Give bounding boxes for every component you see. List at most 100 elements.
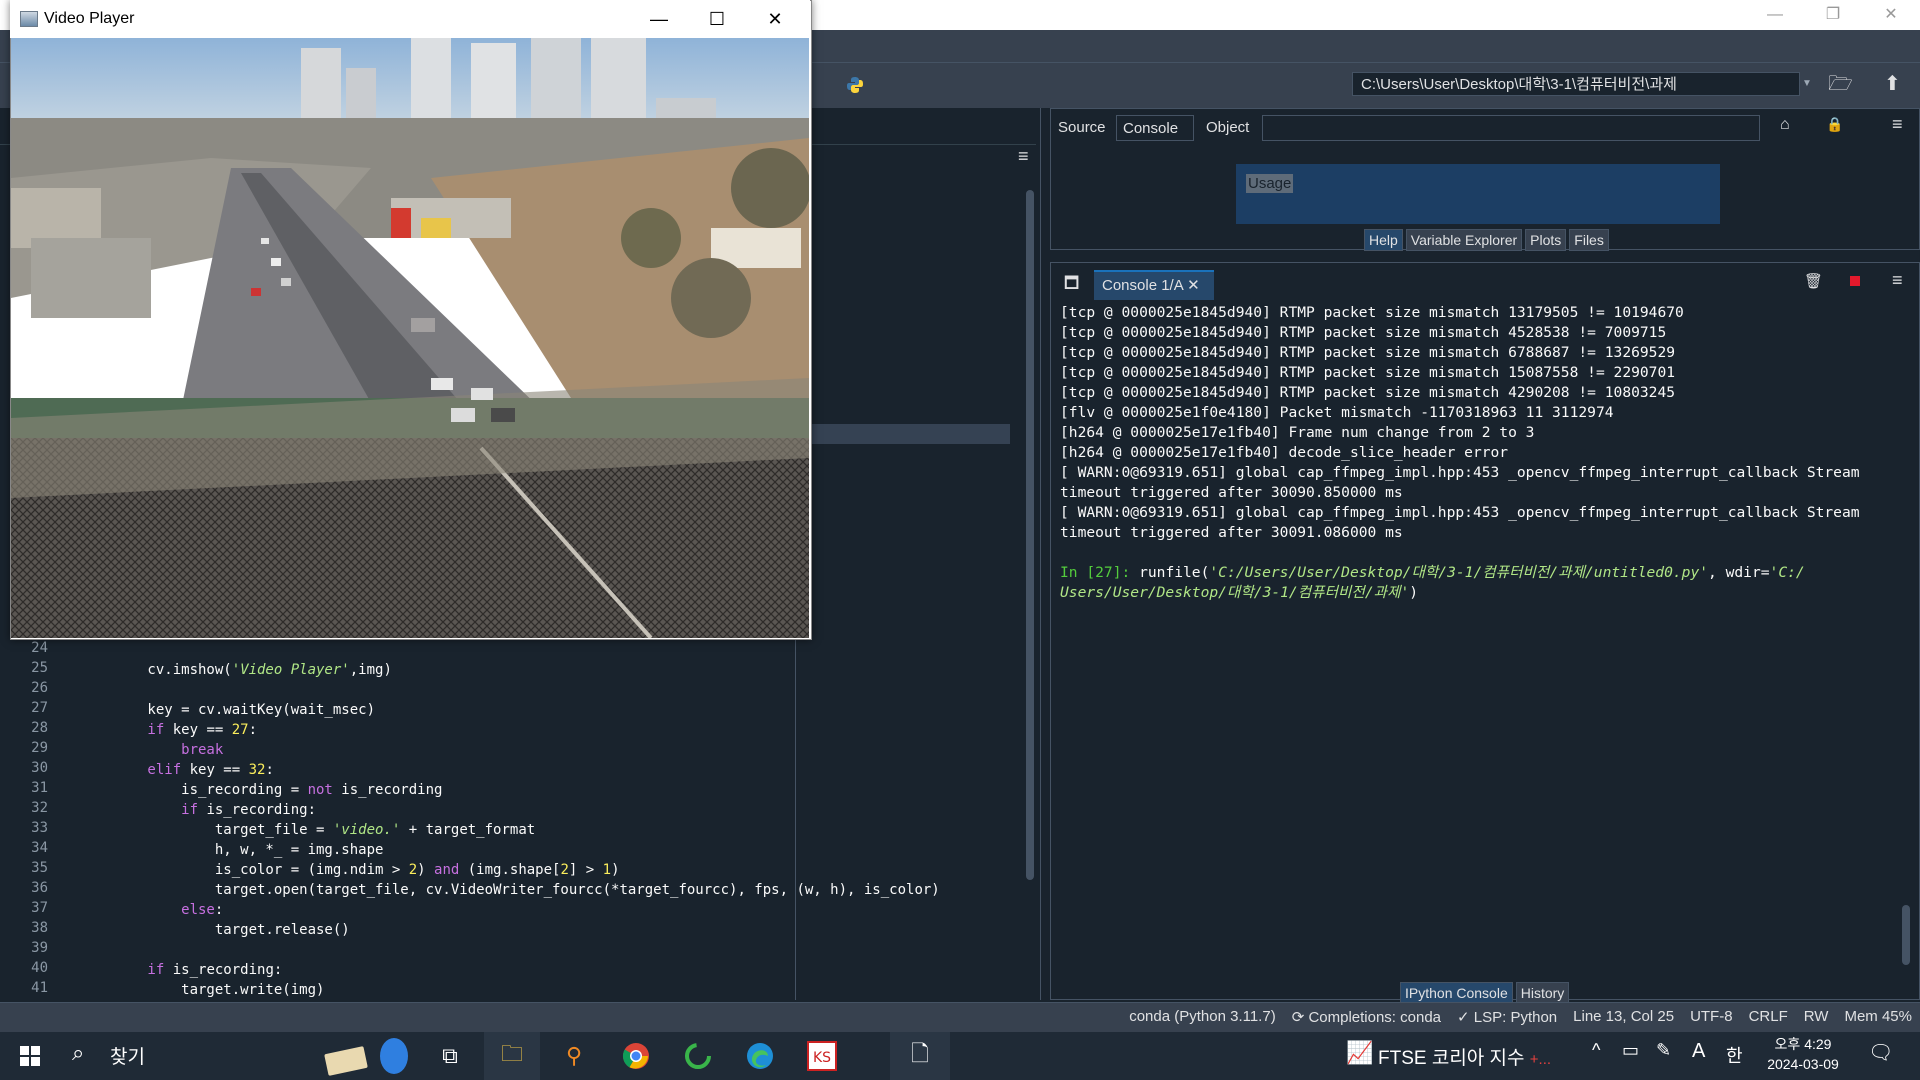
svg-text:KS: KS [813, 1050, 831, 1066]
tab-help[interactable]: Help [1364, 229, 1403, 251]
line-number: 39 [31, 940, 48, 956]
chevron-up-icon[interactable]: ^ [1592, 1040, 1600, 1061]
video-maximize-button[interactable]: ☐ [688, 4, 746, 34]
line-number: 28 [31, 720, 48, 736]
status-interpreter[interactable]: conda (Python 3.11.7) [1129, 1008, 1275, 1026]
console-prompt-line-cont: Users/User/Desktop/대학/3-1/컴퓨터비전/과제') [1060, 584, 1419, 601]
close-button[interactable]: ✕ [1862, 0, 1920, 30]
source-label: Source [1058, 119, 1106, 136]
console-line: [tcp @ 0000025e1845d940] RTMP packet siz… [1060, 304, 1684, 321]
pen-icon[interactable]: ✎ [1656, 1040, 1671, 1061]
clock-time[interactable]: 오후 4:29 [1770, 1034, 1836, 1054]
editor-scrollbar-thumb[interactable] [1026, 190, 1034, 880]
code-line: break [80, 742, 224, 758]
code-line: if is_recording: [80, 802, 317, 818]
folder-open-icon[interactable]: 🗁 [1828, 70, 1853, 98]
taskbar-search-label[interactable]: 찾기 [110, 1042, 145, 1069]
console-line: [tcp @ 0000025e1845d940] RTMP packet siz… [1060, 344, 1676, 361]
loading-app-icon[interactable] [670, 1032, 726, 1080]
line-number: 41 [31, 980, 48, 996]
working-directory-input[interactable]: C:\Users\User\Desktop\대학\3-1\컴퓨터비전\과제 [1352, 72, 1800, 96]
line-number: 24 [31, 640, 48, 656]
lock-icon[interactable]: 🔒 [1826, 116, 1843, 133]
video-minimize-button[interactable]: — [630, 4, 688, 34]
code-line: target.write(img) [80, 982, 325, 998]
line-number: 35 [31, 860, 48, 876]
stock-chart-icon: 📈 [1346, 1040, 1374, 1065]
console-line: [tcp @ 0000025e1845d940] RTMP packet siz… [1060, 364, 1676, 381]
code-line: if is_recording: [80, 962, 283, 978]
sync-icon: ⟳ [1291, 1009, 1309, 1026]
code-editor[interactable]: cv.imshow('Video Player',img) key = cv.w… [80, 640, 1010, 1000]
notification-icon[interactable]: 🗨 [1868, 1040, 1893, 1065]
line-number: 37 [31, 900, 48, 916]
clock-date[interactable]: 2024-03-09 [1766, 1056, 1840, 1072]
tab-plots[interactable]: Plots [1525, 229, 1567, 251]
input-mode-icon[interactable]: A [1692, 1040, 1705, 1063]
source-select[interactable]: Console [1116, 115, 1194, 141]
tab-files[interactable]: Files [1569, 229, 1609, 251]
parent-directory-icon[interactable]: ⬆ [1884, 70, 1901, 98]
browse-tabs-icon[interactable]: 🗖 [1064, 272, 1079, 299]
status-completions: ⟳ Completions: conda [1291, 1009, 1442, 1026]
video-app-icon [20, 11, 38, 27]
search-app-icon[interactable]: ⚲ [546, 1032, 602, 1080]
line-number-gutter: 24 25 26 27 28 29 30 31 32 33 34 35 36 3… [0, 640, 78, 1000]
task-view-icon[interactable]: ⧉ [422, 1032, 478, 1080]
code-line: cv.imshow('Video Player',img) [80, 662, 392, 678]
code-line: target.release() [80, 922, 350, 938]
help-options-icon[interactable]: ≡ [1892, 114, 1903, 135]
line-number: 34 [31, 840, 48, 856]
search-icon[interactable]: ⌕ [72, 1040, 84, 1066]
tab-variable-explorer[interactable]: Variable Explorer [1405, 229, 1523, 251]
line-number: 27 [31, 700, 48, 716]
console-prompt-line: In [27]: runfile('C:/Users/User/Desktop/… [1060, 564, 1805, 581]
video-close-button[interactable]: ✕ [746, 4, 804, 34]
tab-history[interactable]: History [1515, 982, 1570, 1004]
console-line: [ WARN:0@69319.651] global cap_ffmpeg_im… [1060, 504, 1860, 521]
stop-icon[interactable] [1850, 276, 1860, 286]
code-line: is_color = (img.ndim > 2) and (img.shape… [80, 862, 620, 878]
working-directory-dropdown-icon[interactable]: ▼ [1800, 72, 1814, 96]
code-line: key = cv.waitKey(wait_msec) [80, 702, 376, 718]
video-window-title: Video Player [44, 10, 135, 27]
console-scrollbar[interactable] [1900, 305, 1912, 975]
restore-button[interactable]: ❐ [1804, 0, 1862, 30]
news-ticker[interactable]: FTSE 코리아 지수 +... [1378, 1043, 1551, 1070]
console-scrollbar-thumb[interactable] [1902, 905, 1910, 965]
tab-ipython-console[interactable]: IPython Console [1400, 982, 1513, 1004]
console-blank [1060, 543, 1860, 563]
document-app-icon[interactable]: 🗋 [890, 1032, 950, 1080]
console-output[interactable]: [tcp @ 0000025e1845d940] RTMP packet siz… [1060, 303, 1860, 603]
ime-korean-icon[interactable]: 한 [1726, 1042, 1743, 1068]
search-highlight-icon[interactable] [320, 1036, 410, 1076]
console-tab[interactable]: Console 1/A ✕ [1094, 270, 1214, 300]
editor-options-icon[interactable]: ≡ [1018, 146, 1029, 167]
console-tab-label: Console 1/A [1102, 277, 1183, 294]
edge-icon[interactable] [732, 1032, 788, 1080]
status-lsp: ✓ LSP: Python [1457, 1009, 1558, 1026]
windows-start-icon[interactable] [2, 1032, 58, 1080]
object-input[interactable] [1262, 115, 1760, 141]
console-line: [tcp @ 0000025e1845d940] RTMP packet siz… [1060, 384, 1676, 401]
code-line: if key == 27: [80, 722, 258, 738]
battery-icon[interactable]: ▭ [1622, 1040, 1639, 1061]
code-line: target.open(target_file, cv.VideoWriter_… [80, 882, 940, 898]
console-line: [tcp @ 0000025e1845d940] RTMP packet siz… [1060, 324, 1667, 341]
code-line: else: [80, 902, 224, 918]
file-explorer-icon[interactable]: 🗀 [484, 1032, 540, 1080]
spyder-app-icon[interactable]: KS [794, 1032, 850, 1080]
close-tab-icon[interactable]: ✕ [1187, 277, 1200, 294]
usage-title: Usage [1246, 174, 1294, 193]
line-number: 30 [31, 760, 48, 776]
python-icon[interactable] [846, 76, 864, 94]
home-icon[interactable]: ⌂ [1780, 116, 1790, 134]
object-label: Object [1206, 119, 1250, 136]
console-options-icon[interactable]: ≡ [1892, 270, 1903, 291]
spyder-window-controls: — ❐ ✕ [1746, 0, 1920, 30]
check-icon: ✓ [1457, 1009, 1474, 1026]
trash-icon[interactable]: 🗑 [1804, 272, 1823, 290]
chrome-icon[interactable] [608, 1032, 664, 1080]
usage-panel [1236, 164, 1720, 224]
minimize-button[interactable]: — [1746, 0, 1804, 30]
